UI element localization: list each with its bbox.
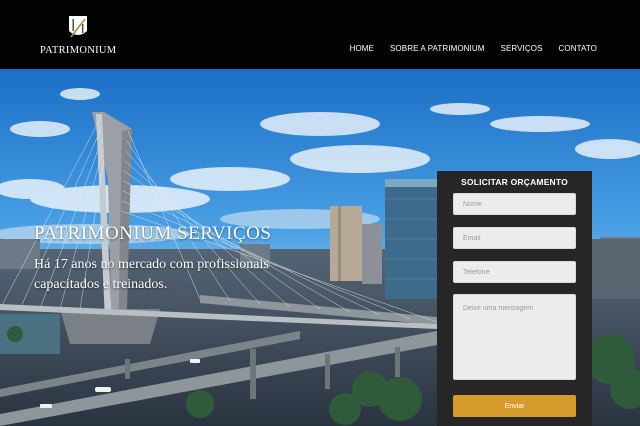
nav-contact[interactable]: CONTATO [559, 44, 597, 53]
nav-services[interactable]: SERVIÇOS [501, 44, 543, 53]
main-nav: HOME SOBRE A PATRIMONIUM SERVIÇOS CONTAT… [350, 44, 597, 53]
brand-logo[interactable]: PATRIMONIUM [40, 15, 116, 59]
shield-icon [69, 16, 87, 38]
send-button[interactable]: Enviar [453, 395, 576, 417]
name-field[interactable] [453, 193, 576, 215]
site-header: PATRIMONIUM HOME SOBRE A PATRIMONIUM SER… [0, 0, 640, 69]
quote-form-title: SOLICITAR ORÇAMENTO [461, 177, 568, 187]
email-field[interactable] [453, 227, 576, 249]
message-field[interactable] [453, 294, 576, 380]
brand-name: PATRIMONIUM [40, 45, 117, 56]
quote-form: SOLICITAR ORÇAMENTO Enviar [437, 171, 592, 426]
phone-field[interactable] [453, 261, 576, 283]
nav-home[interactable]: HOME [350, 44, 374, 53]
hero-title: PATRIMONIUM SERVIÇOS [34, 223, 272, 244]
hero-subtitle: Há 17 anos no mercado com profissionais … [34, 257, 269, 292]
nav-about[interactable]: SOBRE A PATRIMONIUM [390, 44, 485, 53]
